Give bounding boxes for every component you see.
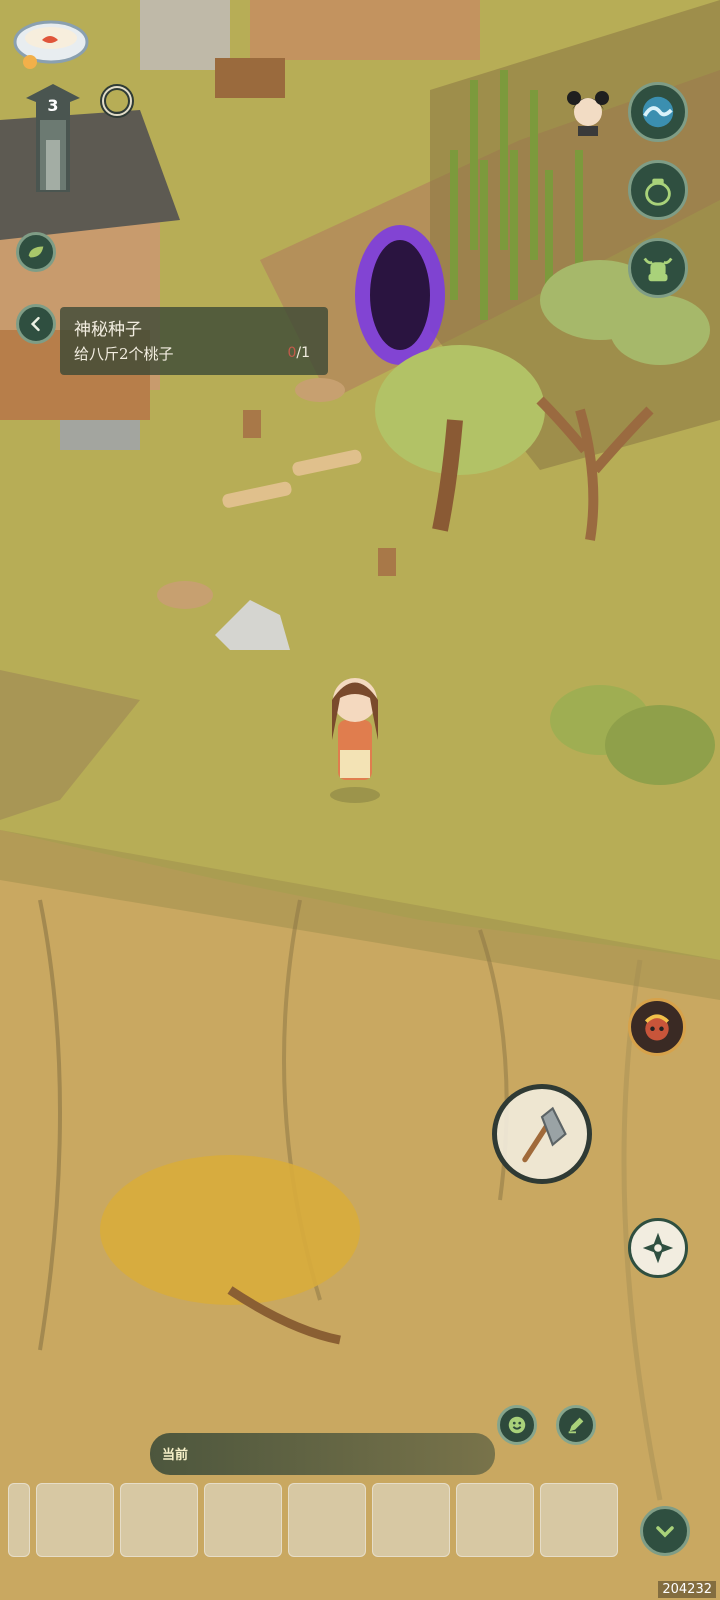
compass-icon — [642, 1232, 674, 1264]
goldfish-bowl-icon — [13, 20, 89, 69]
chat-bar[interactable]: 当前 — [150, 1433, 495, 1475]
quest-description: 给八斤2个桃子 — [74, 345, 174, 363]
chevron-down-icon — [656, 1526, 674, 1538]
wave-skill-button[interactable] — [628, 82, 688, 142]
leaf-icon — [28, 246, 44, 258]
game-world[interactable] — [0, 0, 720, 1600]
watermark: 204232 — [658, 1581, 716, 1598]
axe-icon — [522, 1106, 567, 1163]
ox-button[interactable] — [628, 238, 688, 298]
emoji-button[interactable] — [497, 1405, 537, 1445]
quest-tracker[interactable]: 神秘种子 给八斤2个桃子 0/1 — [60, 307, 328, 375]
npc-portrait[interactable] — [564, 84, 612, 136]
quest-progress-total: /1 — [296, 345, 310, 361]
hotbar-slot-2[interactable] — [120, 1483, 198, 1557]
wave-skill-icon — [642, 96, 674, 128]
hotbar-slot-4[interactable] — [288, 1483, 366, 1557]
quest-progress: 0/1 — [287, 345, 310, 361]
ring-icon[interactable] — [98, 82, 136, 120]
hotbar-slot-1[interactable] — [36, 1483, 114, 1557]
quest-collapse-button[interactable] — [16, 304, 56, 344]
compass-button[interactable] — [628, 1218, 688, 1278]
npc-portrait-icon — [567, 91, 609, 136]
level-number: 3 — [47, 96, 59, 115]
stone-tablet-level[interactable]: 3 — [18, 80, 88, 198]
pot-icon — [645, 178, 671, 206]
goldfish-bowl-button[interactable] — [12, 14, 90, 70]
hotbar — [0, 1478, 720, 1568]
chevron-left-icon — [30, 316, 40, 332]
edit-icon — [568, 1417, 584, 1434]
chat-channel-label: 当前 — [162, 1448, 189, 1463]
axe-action-button[interactable] — [492, 1084, 592, 1184]
monkey-king-button[interactable] — [628, 998, 686, 1056]
monkey-king-icon — [644, 1014, 670, 1041]
expand-hotbar-button[interactable] — [640, 1506, 690, 1556]
hotbar-slot-6[interactable] — [456, 1483, 534, 1557]
hotbar-slot-edge[interactable] — [8, 1483, 30, 1557]
hotbar-slot-3[interactable] — [204, 1483, 282, 1557]
hotbar-slot-5[interactable] — [372, 1483, 450, 1557]
emoji-icon — [508, 1416, 526, 1434]
hotbar-slot-7[interactable] — [540, 1483, 618, 1557]
quest-title: 神秘种子 — [74, 320, 142, 340]
leaf-button[interactable] — [16, 232, 56, 272]
pot-button[interactable] — [628, 160, 688, 220]
edit-button[interactable] — [556, 1405, 596, 1445]
ox-icon — [643, 257, 673, 282]
